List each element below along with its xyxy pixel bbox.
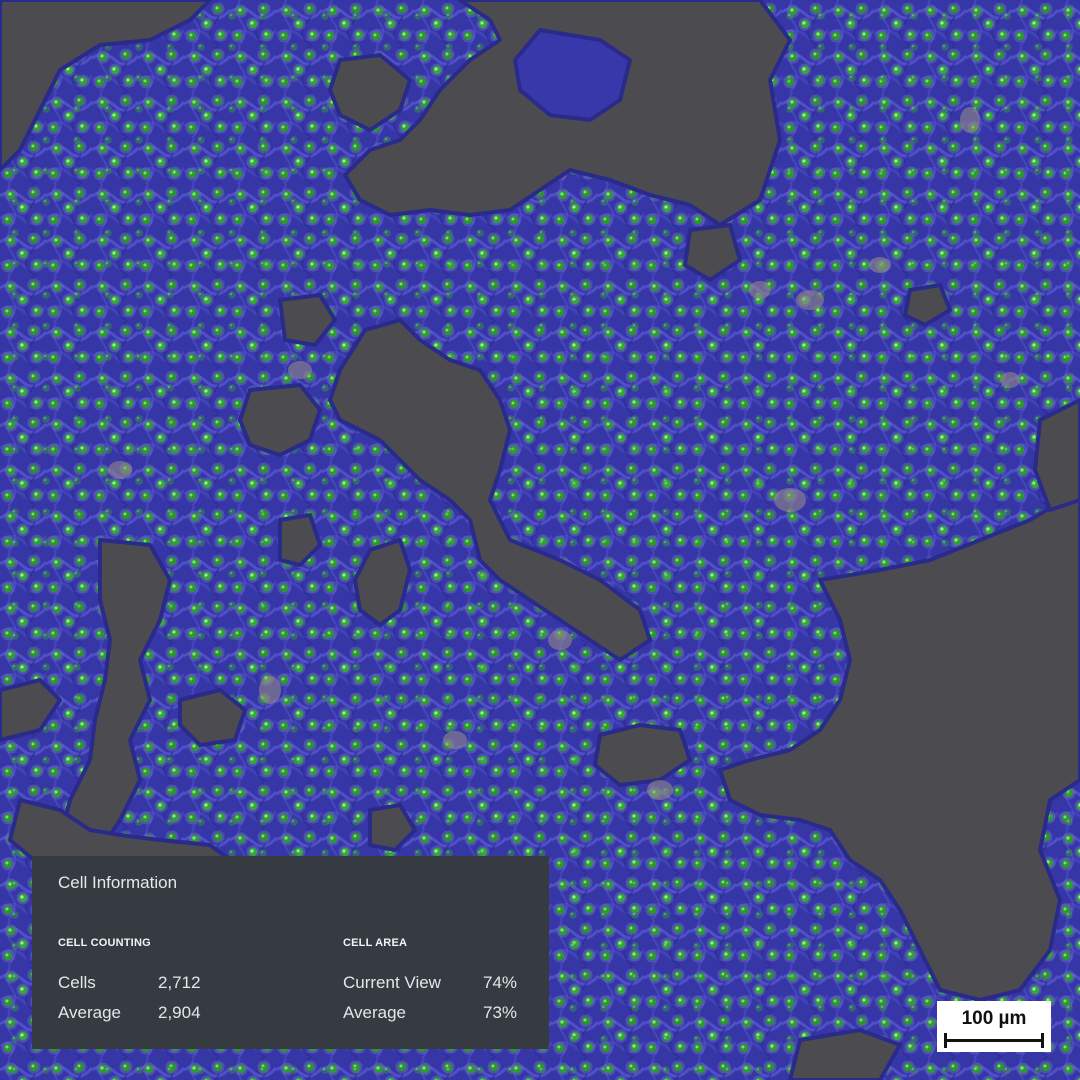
cells-label: Cells — [58, 973, 96, 992]
panel-title: Cell Information — [58, 873, 178, 892]
cells-value: 2,712 — [158, 973, 201, 992]
cells-average-label: Average — [58, 1003, 122, 1022]
cell-area-heading: CELL AREA — [343, 937, 408, 949]
current-view-value: 74% — [483, 973, 518, 992]
current-view-label: Current View — [343, 973, 441, 992]
area-average-label: Average — [343, 1003, 407, 1022]
scale-bar: 100 µm — [937, 1001, 1051, 1052]
scale-bar-left-tick — [944, 1033, 947, 1048]
cell-information-panel: Cell Information CELL COUNTING Cells 2,7… — [32, 856, 549, 1049]
cell-counting-heading: CELL COUNTING — [58, 937, 151, 949]
scale-bar-line — [945, 1039, 1043, 1042]
scale-bar-label: 100 µm — [961, 1008, 1027, 1029]
image-viewer: Cell Information CELL COUNTING Cells 2,7… — [0, 0, 1080, 1080]
scale-bar-right-tick — [1041, 1033, 1044, 1048]
area-average-value: 73% — [483, 1003, 518, 1022]
cells-average-value: 2,904 — [158, 1003, 201, 1022]
